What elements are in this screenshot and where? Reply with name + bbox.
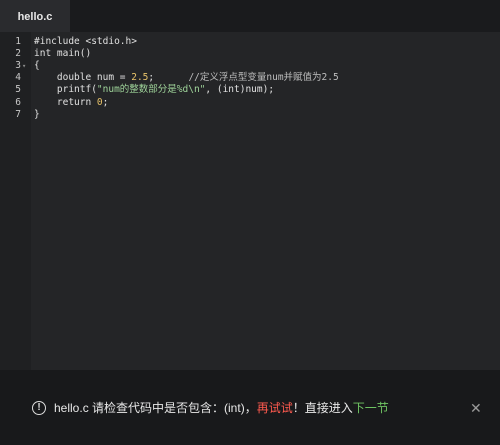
code-token: int main(): [34, 48, 92, 60]
line-number: 1: [15, 36, 21, 47]
code-token: }: [34, 108, 40, 120]
code-token: ;: [148, 72, 189, 84]
retry-link[interactable]: 再试试: [257, 401, 293, 415]
code-token: return: [34, 96, 97, 108]
tab-hello-c[interactable]: hello.c: [0, 0, 70, 32]
code-line[interactable]: 7}: [0, 109, 500, 121]
code-line[interactable]: 1 #include <stdio.h>: [0, 36, 500, 48]
close-icon[interactable]: ✕: [470, 400, 482, 416]
notification-bar: ! hello.c 请检查代码中是否包含：(int)，再试试！直接进入下一节 ✕: [0, 370, 500, 445]
code-text: int main(): [34, 48, 91, 60]
info-icon: !: [32, 401, 46, 415]
tab-bar: hello.c: [0, 0, 500, 32]
code-token: "num的整数部分是%d\n": [96, 84, 206, 96]
code-token: double num =: [34, 72, 132, 84]
code-text: printf("num的整数部分是%d\n", (int)num);: [34, 84, 274, 96]
code-token: //定义浮点型变量num并赋值为2.5: [188, 72, 339, 84]
code-text: double num = 2.5; //定义浮点型变量num并赋值为2.5: [34, 72, 339, 84]
code-token: {: [34, 60, 40, 72]
notification-message: hello.c 请检查代码中是否包含：(int)，再试试！直接进入下一节: [54, 400, 389, 416]
line-number: 4: [15, 72, 21, 84]
code-token: #include <stdio.h>: [34, 36, 137, 47]
line-number: 5: [15, 84, 21, 96]
code-text: {: [34, 60, 40, 72]
code-token: 2.5: [131, 72, 149, 84]
code-text: return 0;: [34, 96, 109, 109]
code-line[interactable]: 3 ▾ {: [0, 60, 500, 72]
fold-chevron-icon[interactable]: ▾: [22, 60, 26, 72]
notification-text-prefix: hello.c 请检查代码中是否包含：(int)，: [54, 401, 257, 415]
code-line[interactable]: 5 printf("num的整数部分是%d\n", (int)num);: [0, 84, 500, 96]
line-number: 7: [15, 108, 21, 120]
line-number: 6: [15, 96, 21, 108]
notification-text-middle: ！直接进入: [292, 401, 353, 415]
code-token: printf(: [34, 84, 97, 96]
code-token: ;: [102, 96, 109, 108]
code-line[interactable]: 2 int main(): [0, 48, 500, 60]
code-text: }: [34, 109, 40, 121]
line-number: 3: [15, 60, 21, 72]
code-text: #include <stdio.h>: [34, 36, 137, 48]
code-editor[interactable]: 1 #include <stdio.h> 2 int main() 3 ▾ {4 doubl…: [0, 32, 500, 370]
code-token: , (int)num);: [205, 84, 275, 96]
code-line[interactable]: 6 return 0;: [0, 97, 500, 109]
line-number: 2: [15, 48, 21, 60]
next-section-link[interactable]: 下一节: [353, 401, 389, 415]
code-line[interactable]: 4 double num = 2.5; //定义浮点型变量num并赋值为2.5: [0, 72, 500, 84]
